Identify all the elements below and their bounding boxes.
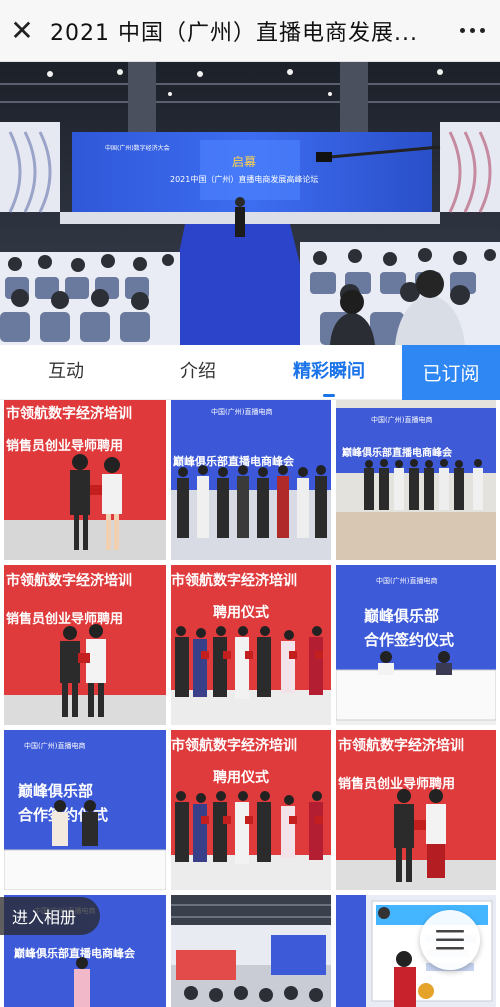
tab-interaction[interactable]: 互动 (48, 345, 84, 400)
floating-menu-button[interactable] (420, 910, 480, 970)
photo-sub-text: 合作签约仪式 (363, 631, 454, 649)
active-tab-indicator (323, 394, 335, 397)
photo-thumbnail[interactable]: 市领航数字经济培训 销售员创业导师聘用 (4, 400, 166, 560)
hero-banner-line1: 中国(广州)数字经济大会 (105, 144, 170, 152)
photo-thumbnail[interactable]: 中国(广州)直播电商 巅峰俱乐部 合作签约仪式 (4, 730, 166, 890)
more-options-button[interactable] (444, 0, 500, 62)
top-bar: ✕ 2021 中国（广州）直播电商发展... (0, 0, 500, 62)
subscribed-button[interactable]: 已订阅 (402, 345, 500, 400)
hamburger-menu-icon (436, 930, 464, 950)
hero-image[interactable]: 启幕 中国(广州)数字经济大会 2021中国（广州）直播电商发展高峰论坛 (0, 62, 500, 345)
close-icon: ✕ (10, 14, 34, 47)
photo-thumbnail[interactable] (171, 895, 331, 1007)
page-title: 2021 中国（广州）直播电商发展... (50, 20, 418, 46)
photo-thumbnail[interactable]: 市领航数字经济培训 销售员创业导师聘用 (4, 565, 166, 725)
photo-sub-text: 聘用仪式 (213, 769, 269, 786)
photo-sub-text: 聘用仪式 (213, 604, 269, 621)
photo-banner-text: 巅峰俱乐部直播电商峰会 (13, 946, 136, 960)
tab-introduction[interactable]: 介绍 (180, 345, 216, 400)
close-button[interactable]: ✕ (0, 0, 44, 62)
photo-banner-text: 市领航数字经济培训 (171, 572, 297, 589)
photo-thumbnail[interactable]: 中国(广州)直播电商 巅峰俱乐部直播电商峰会 (336, 400, 496, 560)
photo-banner-text: 市领航数字经济培训 (6, 405, 132, 422)
more-dot-icon (479, 28, 485, 33)
more-dot-icon (459, 28, 465, 33)
stage-logo-text: 启幕 (232, 155, 256, 169)
photo-thumbnail[interactable]: 中国(广州)直播电商 巅峰俱乐部直播电商峰会 (171, 400, 331, 560)
photo-thumbnail[interactable]: 市领航数字经济培训 聘用仪式 (171, 730, 331, 890)
photo-thumbnail[interactable]: 市领航数字经济培训 聘用仪式 (171, 565, 331, 725)
photo-sub-text: 销售员创业导师聘用 (6, 611, 123, 627)
hero-banner-line2: 2021中国（广州）直播电商发展高峰论坛 (170, 174, 318, 184)
photo-sub-text: 销售员创业导师聘用 (6, 438, 123, 454)
photo-thumbnail[interactable]: 中国(广州)直播电商 巅峰俱乐部 合作签约仪式 (336, 565, 496, 725)
enter-album-button[interactable]: 进入相册 (0, 897, 100, 935)
photo-sub-text: 巅峰俱乐部直播电商峰会 (172, 454, 295, 468)
photo-banner-text: 中国(广州)直播电商 (371, 415, 432, 424)
tab-highlights[interactable]: 精彩瞬间 (293, 345, 365, 400)
photo-banner-text: 市领航数字经济培训 (338, 737, 464, 754)
photo-banner-text: 市领航数字经济培训 (171, 737, 297, 754)
svg-text:中国(广州)直播电商: 中国(广州)直播电商 (376, 576, 437, 585)
photo-banner-text: 巅峰俱乐部 (364, 607, 439, 625)
more-dot-icon (469, 28, 475, 33)
photo-sub-text: 巅峰俱乐部直播电商峰会 (342, 446, 452, 459)
svg-text:中国(广州)直播电商: 中国(广州)直播电商 (24, 741, 85, 750)
photo-thumbnail[interactable]: 市领航数字经济培训 销售员创业导师聘用 (336, 730, 496, 890)
photo-banner-text: 市领航数字经济培训 (6, 572, 132, 589)
photo-banner-text: 中国(广州)直播电商 (211, 407, 272, 416)
photo-banner-text: 巅峰俱乐部 (18, 782, 93, 800)
